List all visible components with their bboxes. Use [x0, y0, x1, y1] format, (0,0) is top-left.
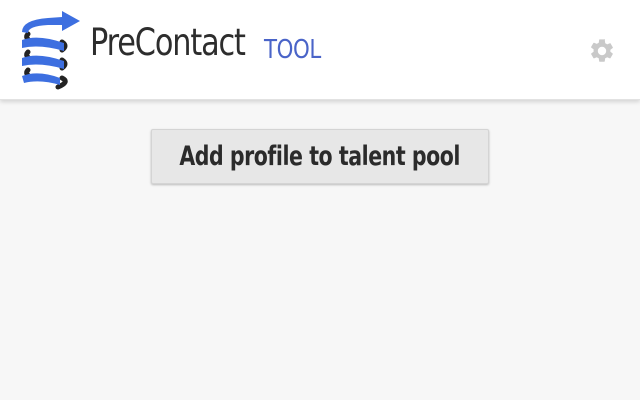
add-profile-button-label: Add profile to talent pool [179, 141, 461, 172]
spiral-arrow-icon [22, 11, 80, 90]
app-header: PreContact TOOL [0, 0, 640, 100]
settings-button[interactable] [588, 37, 616, 65]
logo-sub-text: TOOL [264, 35, 321, 65]
add-profile-button[interactable]: Add profile to talent pool [151, 129, 489, 184]
gear-icon [591, 39, 613, 62]
precontact-logo: PreContact TOOL [18, 8, 321, 90]
logo-wordmark: PreContact TOOL [90, 21, 321, 64]
logo-main-text: PreContact [90, 21, 246, 64]
